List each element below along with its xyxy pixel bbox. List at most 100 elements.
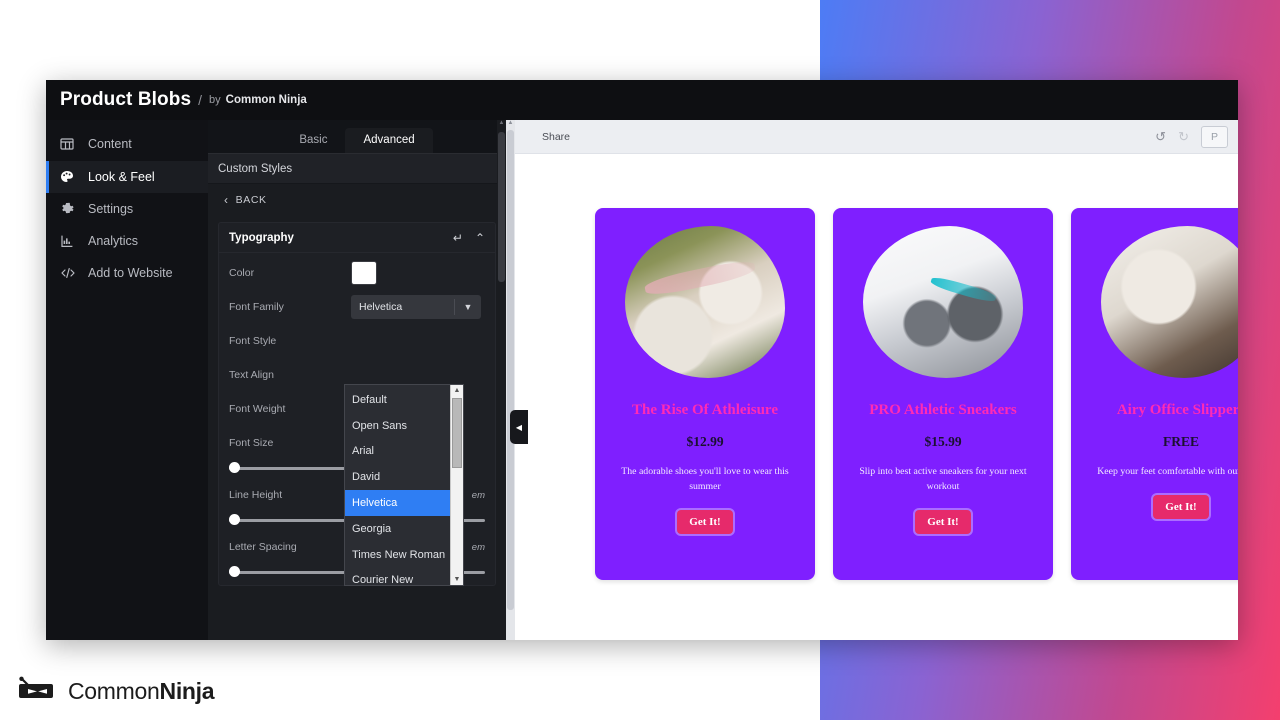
- ninja-mask-icon: [14, 676, 58, 706]
- grid-icon: [60, 137, 80, 151]
- font-option-times-new-roman[interactable]: Times New Roman: [345, 542, 450, 568]
- letter-spacing-unit: em: [471, 541, 485, 553]
- gear-icon: [60, 202, 80, 216]
- typography-group-header: Typography ↵ ⌃: [219, 223, 495, 253]
- font-option-courier-new[interactable]: Courier New: [345, 568, 450, 585]
- app-window: Product Blobs / by Common Ninja Content: [46, 80, 1238, 640]
- font-option-georgia[interactable]: Georgia: [345, 516, 450, 542]
- logo-text-second: Ninja: [159, 677, 215, 704]
- reset-icon[interactable]: ↵: [453, 232, 463, 244]
- preview-scrollbar[interactable]: ▲: [506, 120, 515, 640]
- slider-knob[interactable]: [229, 566, 240, 577]
- sidebar-item-settings[interactable]: Settings: [46, 193, 208, 225]
- product-title: The Rise Of Athleisure: [632, 402, 778, 418]
- field-label-font-style: Font Style: [229, 335, 277, 347]
- field-label-font-weight: Font Weight: [229, 403, 286, 415]
- page-title: Product Blobs: [60, 89, 192, 110]
- beige-slipper-photo: [1101, 226, 1238, 378]
- field-label-line-height: Line Height: [229, 489, 283, 501]
- sidebar-item-label: Content: [88, 137, 132, 151]
- font-option-arial[interactable]: Arial: [345, 439, 450, 465]
- product-title: Airy Office Slippers: [1116, 402, 1238, 418]
- font-family-option-list: Default Open Sans Arial David Helvetica …: [345, 385, 450, 585]
- brand-name: Common Ninja: [225, 94, 307, 106]
- font-family-select[interactable]: Helvetica ▼: [351, 295, 481, 319]
- field-color: Color: [219, 253, 495, 287]
- font-option-helvetica[interactable]: Helvetica: [345, 490, 450, 516]
- product-title: PRO Athletic Sneakers: [869, 402, 1017, 418]
- font-option-default[interactable]: Default: [345, 387, 450, 413]
- tab-advanced[interactable]: Advanced: [345, 127, 433, 153]
- pink-sneakers-photo: [625, 226, 785, 378]
- palette-icon: [60, 170, 80, 184]
- preview-toolbar: Share ↺ ↻ P: [506, 120, 1238, 154]
- slider-knob[interactable]: [229, 462, 240, 473]
- sidebar-item-add-to-website[interactable]: Add to Website: [46, 257, 208, 289]
- slider-knob[interactable]: [229, 514, 240, 525]
- scrollbar-thumb[interactable]: [507, 130, 514, 610]
- publish-button[interactable]: P: [1200, 125, 1228, 148]
- field-label-letter-spacing: Letter Spacing: [229, 541, 297, 553]
- preview-area: Share ↺ ↻ P ▲ The Rise Of Athleisure $12…: [506, 120, 1238, 640]
- chevron-up-icon[interactable]: ⌃: [475, 232, 485, 244]
- page-root: Product Blobs / by Common Ninja Content: [0, 0, 1280, 720]
- title-separator: /: [198, 92, 203, 108]
- logo-text-first: Common: [68, 677, 160, 704]
- product-card[interactable]: The Rise Of Athleisure $12.99 The adorab…: [595, 208, 815, 580]
- dropdown-scrollbar[interactable]: ▲ ▼: [450, 385, 463, 585]
- sidebar-item-content[interactable]: Content: [46, 128, 208, 160]
- product-card[interactable]: Airy Office Slippers FREE Keep your feet…: [1071, 208, 1238, 580]
- field-label-text-align: Text Align: [229, 369, 274, 381]
- field-font-style: Font Style: [219, 321, 495, 355]
- redo-icon[interactable]: ↻: [1178, 130, 1189, 143]
- toolbar-left: Share: [516, 131, 1155, 143]
- get-it-button[interactable]: Get It!: [677, 510, 733, 534]
- code-icon: [60, 266, 80, 280]
- sidebar-item-label: Look & Feel: [88, 170, 155, 184]
- back-button[interactable]: ‹ BACK: [208, 184, 506, 216]
- product-price: FREE: [1162, 434, 1199, 449]
- settings-panel: Basic Advanced Custom Styles ‹ BACK Typo…: [208, 120, 506, 640]
- product-cards-stage: The Rise Of Athleisure $12.99 The adorab…: [515, 154, 1238, 640]
- color-swatch[interactable]: [351, 261, 377, 285]
- scroll-up-icon[interactable]: ▲: [497, 120, 506, 126]
- font-option-david[interactable]: David: [345, 464, 450, 490]
- grey-running-shoes-photo: [863, 226, 1023, 378]
- scroll-down-icon[interactable]: ▼: [454, 574, 461, 585]
- slider-track: [229, 467, 363, 470]
- toolbar-right: ↺ ↻ P: [1155, 125, 1228, 148]
- sidebar-item-look-and-feel[interactable]: Look & Feel: [46, 161, 208, 193]
- panel-title: Custom Styles: [208, 154, 506, 184]
- scrollbar-thumb[interactable]: [498, 132, 505, 282]
- collapse-panel-handle[interactable]: ◀: [510, 410, 528, 444]
- product-price: $12.99: [686, 434, 724, 449]
- field-label-font-size: Font Size: [229, 437, 274, 449]
- font-family-dropdown[interactable]: Default Open Sans Arial David Helvetica …: [344, 384, 464, 586]
- line-height-unit: em: [471, 489, 485, 501]
- font-option-open-sans[interactable]: Open Sans: [345, 413, 450, 439]
- tab-basic[interactable]: Basic: [281, 128, 345, 154]
- product-card[interactable]: PRO Athletic Sneakers $15.99 Slip into b…: [833, 208, 1053, 580]
- product-description: The adorable shoes you'll love to wear t…: [621, 466, 789, 492]
- settings-tabs: Basic Advanced: [208, 120, 506, 154]
- bar-chart-icon: [60, 234, 80, 248]
- share-button[interactable]: Share: [542, 131, 570, 143]
- group-title: Typography: [229, 231, 294, 244]
- sidebar-item-label: Add to Website: [88, 266, 173, 280]
- chevron-left-icon: ‹: [224, 193, 229, 207]
- scroll-up-icon[interactable]: ▲: [454, 385, 461, 396]
- field-label-color: Color: [229, 267, 255, 279]
- product-description: Keep your feet comfortable with our shoe…: [1097, 466, 1238, 477]
- get-it-button[interactable]: Get It!: [1153, 495, 1209, 519]
- scroll-up-icon[interactable]: ▲: [506, 120, 515, 126]
- undo-icon[interactable]: ↺: [1155, 130, 1166, 143]
- sidebar-item-analytics[interactable]: Analytics: [46, 225, 208, 257]
- font-family-value: Helvetica: [359, 301, 403, 313]
- chevron-down-icon: ▼: [463, 302, 473, 312]
- sidebar-item-label: Analytics: [88, 234, 139, 248]
- settings-panel-scrollbar[interactable]: ▲: [497, 120, 506, 640]
- by-label: by: [209, 94, 221, 106]
- get-it-button[interactable]: Get It!: [915, 510, 971, 534]
- triangle-left-icon: ◀: [515, 422, 523, 432]
- scrollbar-thumb[interactable]: [452, 398, 462, 468]
